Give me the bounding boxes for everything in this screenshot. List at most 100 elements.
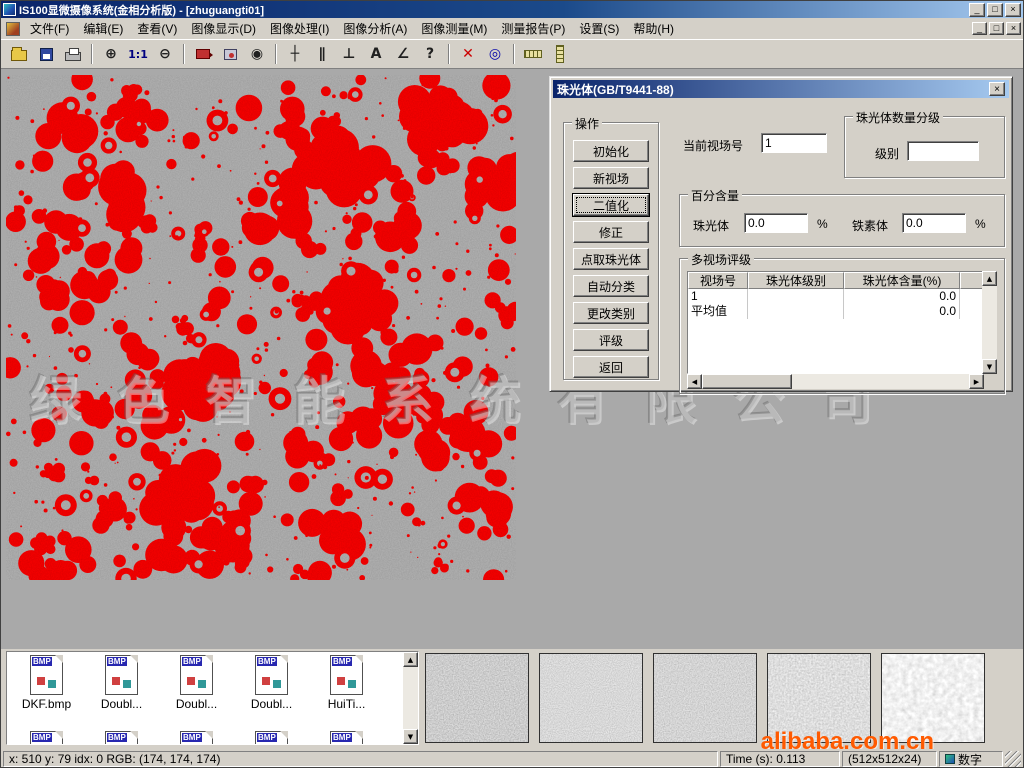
help-button[interactable]: ? — [417, 42, 443, 66]
op-button-7[interactable]: 更改类别 — [573, 302, 649, 324]
scrollbar-thumb[interactable] — [702, 374, 792, 389]
menu-item-8[interactable]: 测量报告(P) — [494, 18, 572, 39]
aperture-button[interactable]: ◉ — [244, 42, 270, 66]
thumbnail-1[interactable] — [425, 653, 529, 743]
file-scroll-up-button[interactable]: ▲ — [403, 652, 418, 667]
application-window: IS100显微摄像系统(金相分析版) - [zhuguangti01] _ □ … — [0, 0, 1024, 768]
annotate-text-button[interactable]: A — [363, 42, 389, 66]
table-vertical-scrollbar[interactable]: ▲ ▼ — [982, 271, 997, 374]
op-button-2[interactable]: 新视场 — [573, 167, 649, 189]
table-row-1[interactable]: 10.0 — [688, 289, 983, 304]
file-item-1[interactable]: BMPDKF.bmp — [9, 655, 84, 711]
operation-buttons: 初始化新视场二值化修正点取珠光体自动分类更改类别评级返回 — [564, 140, 658, 378]
file-item-partial-3[interactable]: BMP — [159, 731, 234, 745]
metallographic-image[interactable] — [6, 75, 516, 580]
file-item-partial-4[interactable]: BMP — [234, 731, 309, 745]
zoom-actual-button[interactable]: 1:1 — [125, 42, 151, 66]
bmp-badge: BMP — [182, 733, 202, 742]
file-item-5[interactable]: BMPHuiTi... — [309, 655, 384, 711]
menu-item-5[interactable]: 图像处理(I) — [263, 18, 336, 39]
dialog-close-button[interactable]: × — [989, 82, 1005, 96]
file-name: Doubl... — [176, 697, 217, 711]
close-button[interactable]: × — [1005, 3, 1021, 17]
bmp-file-icon: BMP — [180, 655, 213, 695]
column-header-2[interactable]: 珠光体级别 — [748, 272, 844, 289]
preview-eye-icon: ◎ — [489, 46, 501, 62]
scroll-up-button[interactable]: ▲ — [982, 271, 997, 286]
bmp-badge: BMP — [332, 733, 352, 742]
op-button-1[interactable]: 初始化 — [573, 140, 649, 162]
open-file-button[interactable] — [6, 42, 32, 66]
file-scroll-down-button[interactable]: ▼ — [403, 729, 418, 744]
mdi-close-button[interactable]: × — [1006, 22, 1021, 35]
thumbnail-2[interactable] — [539, 653, 643, 743]
menu-item-9[interactable]: 设置(S) — [572, 18, 626, 39]
ruler-horizontal-button[interactable] — [520, 42, 546, 66]
column-header-3[interactable]: 珠光体含量(%) — [844, 272, 960, 289]
mdi-restore-button[interactable]: □ — [989, 22, 1004, 35]
column-header-1[interactable]: 视场号 — [688, 272, 748, 289]
scroll-right-button[interactable]: ▶ — [969, 374, 984, 389]
mdi-minimize-button[interactable]: _ — [972, 22, 987, 35]
menu-item-10[interactable]: 帮助(H) — [626, 18, 681, 39]
op-button-4[interactable]: 修正 — [573, 221, 649, 243]
file-item-partial-1[interactable]: BMP — [9, 731, 84, 745]
ferrite-input[interactable] — [902, 213, 966, 233]
table-row-2[interactable]: 平均值0.0 — [688, 304, 983, 319]
minimize-button[interactable]: _ — [969, 3, 985, 17]
multi-view-table[interactable]: 视场号珠光体级别珠光体含量(%)铁素10.0平均值0.0 — [687, 271, 984, 374]
op-button-3[interactable]: 二值化 — [573, 194, 649, 216]
bmp-file-icon: BMP — [255, 655, 288, 695]
menu-item-6[interactable]: 图像分析(A) — [336, 18, 414, 39]
maximize-button[interactable]: □ — [987, 3, 1003, 17]
document-icon[interactable] — [6, 22, 20, 36]
measure-perpendicular-button[interactable]: ⊥ — [336, 42, 362, 66]
zoom-out-button[interactable]: ⊖ — [152, 42, 178, 66]
file-item-partial-5[interactable]: BMP — [309, 731, 384, 745]
save-button[interactable] — [33, 42, 59, 66]
file-item-partial-2[interactable]: BMP — [84, 731, 159, 745]
file-list-scrollbar[interactable]: ▲ ▼ — [403, 652, 418, 744]
preview-eye-button[interactable]: ◎ — [482, 42, 508, 66]
level-input[interactable] — [907, 141, 979, 161]
dialog-title-bar[interactable]: 珠光体(GB/T9441-88) × — [553, 80, 1009, 98]
menu-item-1[interactable]: 文件(F) — [23, 18, 76, 39]
current-field-input[interactable] — [761, 133, 827, 153]
table-horizontal-scrollbar[interactable]: ◀ ▶ — [687, 374, 984, 389]
op-button-8[interactable]: 评级 — [573, 329, 649, 351]
snapshot-button[interactable] — [217, 42, 243, 66]
print-button[interactable] — [60, 42, 86, 66]
column-header-4[interactable]: 铁素 — [960, 272, 984, 289]
op-button-5[interactable]: 点取珠光体 — [573, 248, 649, 270]
zoom-actual-icon: 1:1 — [128, 48, 148, 61]
video-capture-button[interactable] — [190, 42, 216, 66]
measure-perpendicular-icon: ⊥ — [343, 46, 356, 62]
file-item-3[interactable]: BMP Doubl... — [159, 655, 234, 711]
table-cell: 0.0 — [844, 289, 960, 304]
measure-cross-button[interactable]: ┼ — [282, 42, 308, 66]
file-item-2[interactable]: BMPDoubl... — [84, 655, 159, 711]
delete-measure-button[interactable]: ✕ — [455, 42, 481, 66]
menu-item-7[interactable]: 图像测量(M) — [414, 18, 494, 39]
file-item-4[interactable]: BMPDoubl... — [234, 655, 309, 711]
zoom-in-button[interactable]: ⊕ — [98, 42, 124, 66]
mdi-window-controls: _ □ × — [972, 22, 1021, 35]
measure-parallel-icon: ∥ — [319, 46, 326, 62]
thumbnail-3[interactable] — [653, 653, 757, 743]
scroll-left-button[interactable]: ◀ — [687, 374, 702, 389]
pearlite-input[interactable] — [744, 213, 808, 233]
measure-parallel-button[interactable]: ∥ — [309, 42, 335, 66]
pearlite-unit: % — [817, 217, 828, 231]
bmp-badge: BMP — [32, 733, 52, 742]
menu-item-2[interactable]: 编辑(E) — [76, 18, 130, 39]
op-button-6[interactable]: 自动分类 — [573, 275, 649, 297]
cursor-position-status: x: 510 y: 79 idx: 0 RGB: (174, 174, 174) — [3, 751, 718, 767]
ruler-vertical-button[interactable] — [547, 42, 573, 66]
op-button-9[interactable]: 返回 — [573, 356, 649, 378]
menu-item-3[interactable]: 查看(V) — [130, 18, 184, 39]
measure-angle-button[interactable]: ∠ — [390, 42, 416, 66]
menu-item-4[interactable]: 图像显示(D) — [184, 18, 263, 39]
resize-grip[interactable] — [1005, 751, 1021, 767]
title-bar: IS100显微摄像系统(金相分析版) - [zhuguangti01] _ □ … — [1, 1, 1023, 18]
scroll-down-button[interactable]: ▼ — [982, 359, 997, 374]
